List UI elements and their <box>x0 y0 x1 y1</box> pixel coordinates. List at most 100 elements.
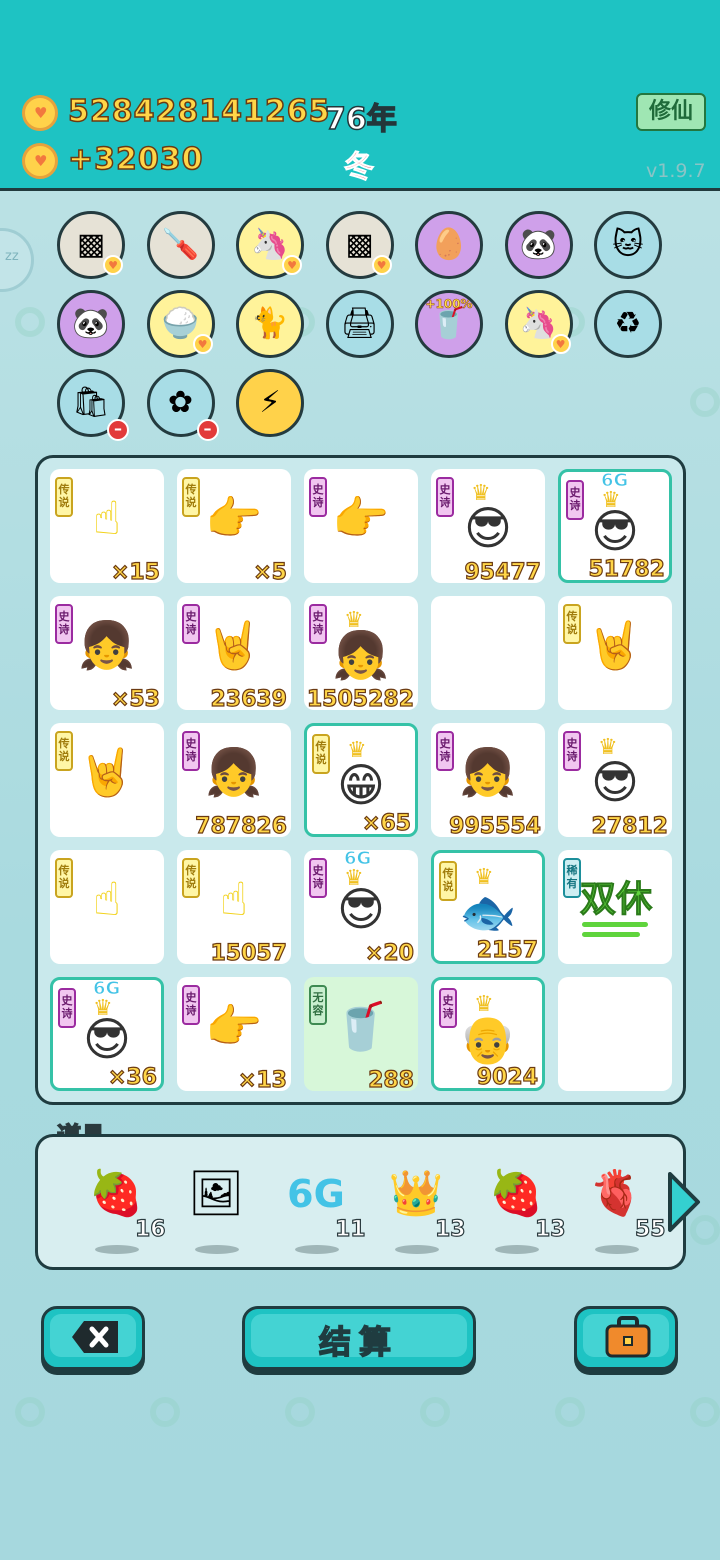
rarity-tag: 传说 <box>182 477 200 517</box>
cool-cat-icon: 🐱 <box>612 227 644 262</box>
grid-cell[interactable]: 🤘 史诗 23639 <box>177 596 291 713</box>
gold-coin-icon: ♥ <box>22 95 58 131</box>
item-shadow <box>395 1245 439 1254</box>
prop-count: 13 <box>534 1216 566 1242</box>
grid-cell[interactable]: ☝ 传说 15057 <box>177 850 291 967</box>
item-count: ×20 <box>364 940 414 966</box>
rarity-tag: 史诗 <box>309 604 327 644</box>
grid-cell[interactable]: ☝ 传说 <box>50 850 164 964</box>
rarity-tag: 史诗 <box>563 731 581 771</box>
prop-item[interactable]: 6G 11 <box>281 1159 366 1254</box>
grid-cell[interactable]: 👉 传说 ×5 <box>177 469 291 586</box>
item-count: ×53 <box>110 686 160 712</box>
grid-cell[interactable]: 双休 稀有 <box>558 850 672 964</box>
grid-cell[interactable]: 🤘 传说 <box>50 723 164 837</box>
year-label: 76年 <box>324 101 397 138</box>
item-shadow <box>295 1245 339 1254</box>
cool-cat-item[interactable]: 🐱 <box>594 211 662 279</box>
top-status-bar: ♥ 528428141265 ♥ +32030 76年 冬 修仙 v1.9.7 <box>0 0 720 191</box>
prop-item[interactable]: 🍓 13 <box>481 1159 566 1254</box>
delete-key-icon <box>72 1321 118 1353</box>
grid-cell[interactable]: ♛ 😎 史诗 95477 <box>431 469 545 586</box>
props-panel: 🍓 16 🖼 6G 11 👑 13 🍓 13 🫀 55 <box>35 1134 686 1270</box>
item-shadow <box>595 1245 639 1254</box>
rarity-tag: 史诗 <box>309 858 327 898</box>
grid-cell[interactable]: 👉 史诗 ×13 <box>177 977 291 1094</box>
empty-grid-cell[interactable] <box>558 977 672 1091</box>
grid-cell[interactable]: ♛ 🐟 传说 2157 <box>431 850 545 964</box>
scroll-right-arrow-icon[interactable] <box>664 1170 702 1234</box>
rarity-tag: 传说 <box>182 858 200 898</box>
cat-couple-item[interactable]: 🐈 <box>236 290 304 358</box>
gold-income: +32030 <box>67 141 204 178</box>
gold-total: 528428141265 <box>67 93 331 130</box>
empty-grid-cell[interactable] <box>431 596 545 710</box>
prop-item[interactable]: 🫀 55 <box>581 1159 666 1254</box>
panda-item[interactable]: 🐼 <box>57 290 125 358</box>
side-sleep-bubble[interactable]: zz <box>0 228 34 292</box>
settle-button[interactable]: 结算 <box>242 1306 476 1370</box>
prop-item[interactable]: 🍓 16 <box>81 1159 166 1254</box>
version-label: v1.9.7 <box>646 160 706 182</box>
item-count: 95477 <box>464 559 542 585</box>
grid-cell[interactable]: ♛ 😁 传说 ×65 <box>304 723 418 837</box>
grid-cell[interactable]: 🤘 传说 <box>558 596 672 710</box>
briefcase-icon <box>605 1316 651 1358</box>
cultivate-button[interactable]: 修仙 <box>636 93 706 131</box>
remove-badge-icon[interactable]: – <box>107 419 129 441</box>
prop-item[interactable]: 🖼 <box>181 1159 261 1254</box>
merge-grid: ☝ 传说 ×15 👉 传说 ×5 👉 史诗 ♛ 😎 史诗 95477 6G ♛ 😎 史诗 51782 👧 史诗 ×53… <box>35 455 686 1105</box>
item-count: 51782 <box>588 556 666 582</box>
prop-count: 13 <box>434 1216 466 1242</box>
rarity-tag: 传说 <box>439 861 457 901</box>
item-count: 2157 <box>476 937 538 963</box>
grid-cell[interactable]: 6G ♛ 😎 史诗 51782 <box>558 469 672 583</box>
item-count: 787826 <box>195 813 288 839</box>
heart-badge-icon: ♥ <box>282 255 302 275</box>
item-count: 288 <box>367 1067 414 1093</box>
rarity-tag: 史诗 <box>182 604 200 644</box>
panda-icon: 🐼 <box>519 227 558 262</box>
double-rest-text: 双休 <box>579 879 653 921</box>
grid-cell[interactable]: ♛ 😎 史诗 27812 <box>558 723 672 840</box>
item-shadow <box>495 1245 539 1254</box>
grid-cell[interactable]: ♛ 👴 史诗 9024 <box>431 977 545 1091</box>
cancel-button[interactable] <box>41 1306 145 1370</box>
item-count: 9024 <box>476 1064 538 1090</box>
egg-item[interactable]: 🥚 <box>415 211 483 279</box>
rarity-tag: 无容 <box>309 985 327 1025</box>
rarity-tag: 史诗 <box>309 477 327 517</box>
item-count: ×5 <box>253 559 288 585</box>
prop-item[interactable]: 👑 13 <box>381 1159 466 1254</box>
backpack-button[interactable] <box>574 1306 678 1370</box>
milk-tea-item[interactable]: 🥤 +100% <box>415 290 483 358</box>
remove-badge-icon[interactable]: – <box>196 419 219 441</box>
rarity-tag: 传说 <box>55 477 73 517</box>
rarity-tag: 传说 <box>55 858 73 898</box>
item-count: 27812 <box>591 813 669 839</box>
grid-cell[interactable]: 👉 史诗 <box>304 469 418 583</box>
grid-cell[interactable]: 👧 史诗 ×53 <box>50 596 164 713</box>
rarity-tag: 传说 <box>312 734 330 774</box>
screwdriver-item[interactable]: 🪛 <box>146 211 215 279</box>
sleep-icon: zz <box>5 249 19 264</box>
heart-badge-icon: ♥ <box>103 255 123 275</box>
grid-cell[interactable]: 👧 史诗 995554 <box>431 723 545 840</box>
panda-item[interactable]: 🐼 <box>504 211 573 279</box>
grid-cell[interactable]: ♛ 👧 史诗 1505282 <box>304 596 418 713</box>
rarity-tag: 史诗 <box>182 985 200 1025</box>
grid-cell[interactable]: 6G ♛ 😎 史诗 ×20 <box>304 848 418 967</box>
printer-item[interactable]: 🖨 <box>325 290 394 358</box>
rarity-tag: 传说 <box>55 731 73 771</box>
egg-icon: 🥚 <box>430 227 468 262</box>
garbage-bag-item[interactable]: ♻ <box>594 290 662 358</box>
grid-cell[interactable]: 6G ♛ 😎 史诗 ×36 <box>50 977 164 1091</box>
grid-cell[interactable]: ☝ 传说 ×15 <box>50 469 164 586</box>
rarity-tag: 史诗 <box>58 988 76 1028</box>
grid-cell[interactable]: 🥤 无容 288 <box>304 977 418 1094</box>
lightning-item[interactable]: ⚡ <box>236 369 304 437</box>
item-count: ×36 <box>107 1064 157 1090</box>
gold-coin-icon: ♥ <box>22 143 58 179</box>
grid-cell[interactable]: 👧 史诗 787826 <box>177 723 291 840</box>
panda-icon: 🐼 <box>72 306 110 341</box>
